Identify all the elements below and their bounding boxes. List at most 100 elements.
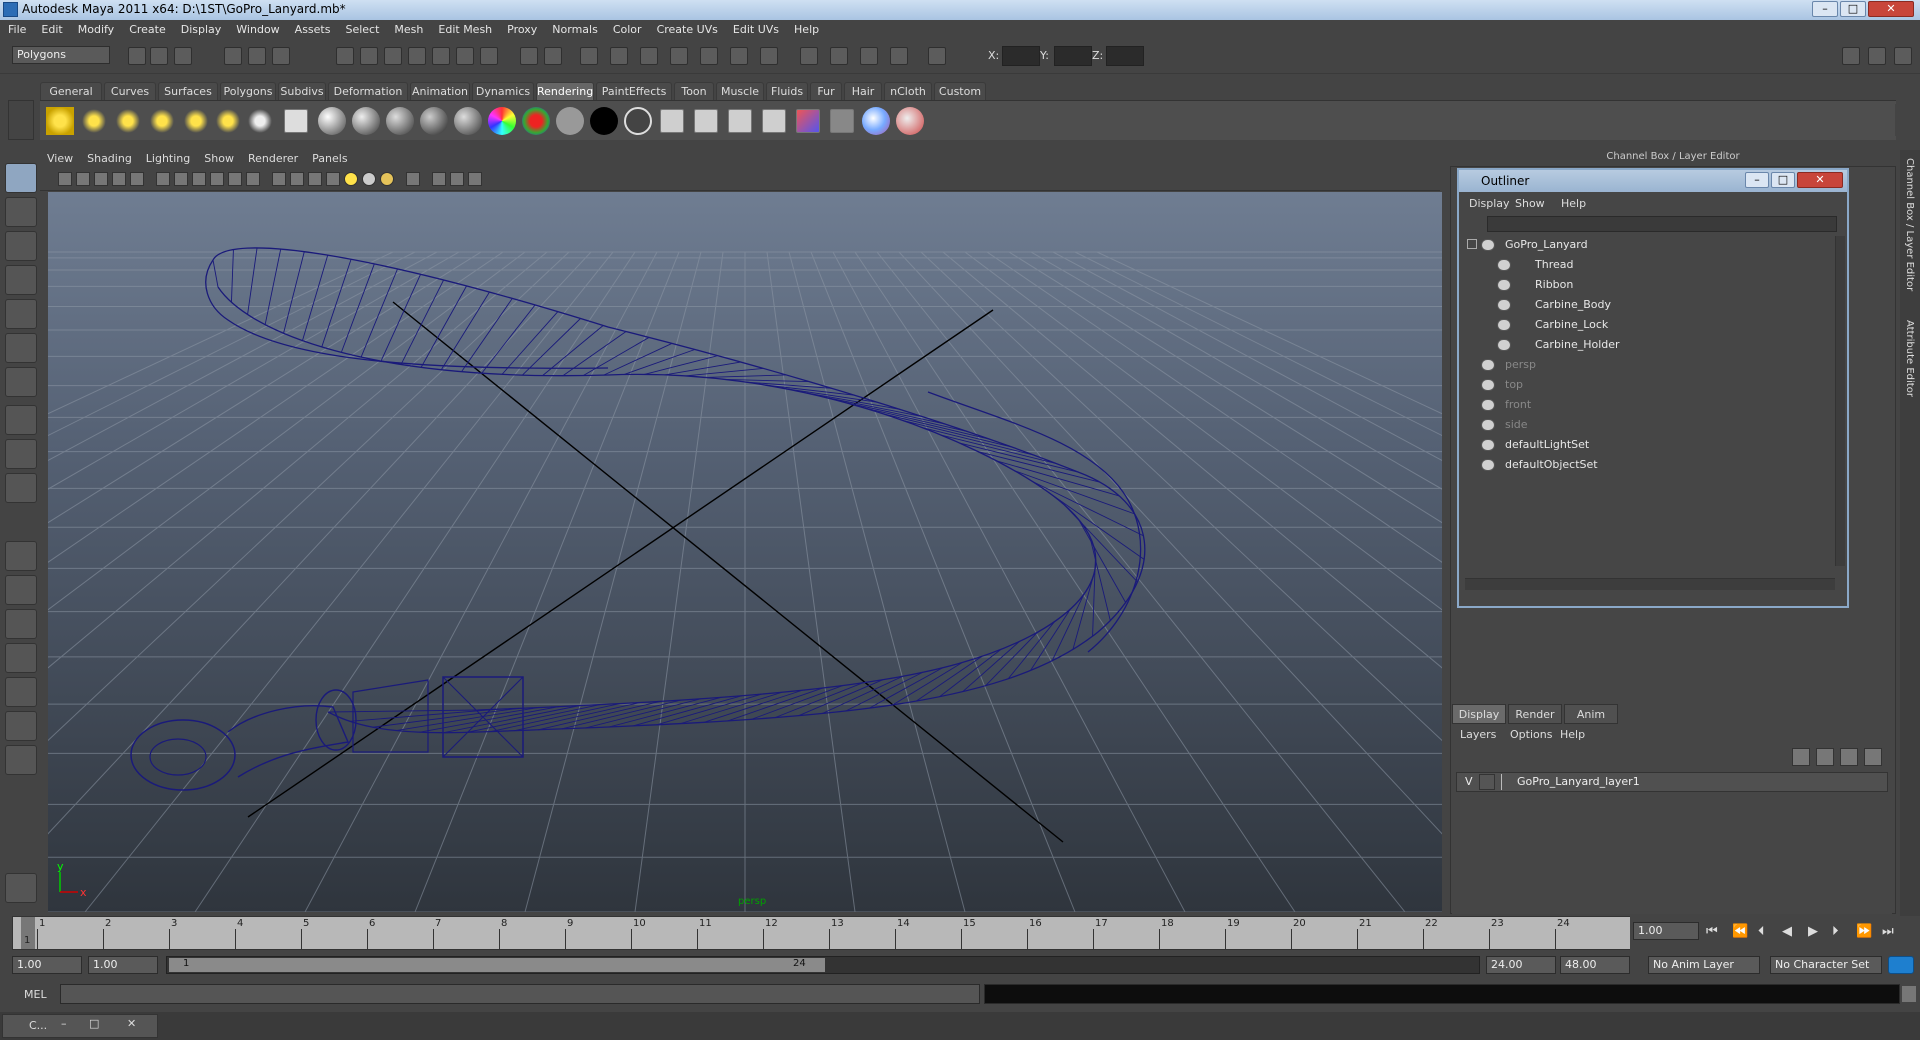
ramp-shader-icon[interactable] <box>488 107 516 135</box>
area-light-icon[interactable] <box>182 107 210 135</box>
menu-mesh[interactable]: Mesh <box>386 20 430 36</box>
layer-tab-anim[interactable]: Anim <box>1564 704 1618 724</box>
shelf-tab-custom[interactable]: Custom <box>934 82 986 100</box>
resolution-gate-icon[interactable] <box>174 172 188 186</box>
smooth-shade-icon[interactable] <box>290 172 304 186</box>
select-camera-icon[interactable] <box>58 172 72 186</box>
menu-window[interactable]: Window <box>228 20 286 36</box>
shelf-scroll[interactable] <box>1895 104 1911 136</box>
animation-end-field[interactable]: 48.00 <box>1560 956 1630 974</box>
layer-row[interactable]: V GoPro_Lanyard_layer1 <box>1456 772 1888 792</box>
layer-tab-render[interactable]: Render <box>1508 704 1562 724</box>
minimized-maximize-button[interactable]: □ <box>89 1017 99 1030</box>
single-view-layout[interactable] <box>5 541 37 571</box>
viewport-menu-view[interactable]: View <box>40 150 80 165</box>
attribute-editor-toggle-icon[interactable] <box>1868 47 1886 65</box>
snap-plane-icon[interactable] <box>408 47 426 65</box>
paint-select-tool[interactable] <box>5 231 37 261</box>
shelf-tab-dynamics[interactable]: Dynamics <box>472 82 534 100</box>
layer-tab-display[interactable]: Display <box>1452 704 1506 724</box>
play-backward-button[interactable]: ◀ <box>1782 924 1792 939</box>
select-object-icon[interactable] <box>248 47 266 65</box>
four-view-layout[interactable] <box>5 575 37 605</box>
last-tool[interactable] <box>5 473 37 503</box>
render-settings-icon[interactable] <box>544 47 562 65</box>
wireframe-icon[interactable] <box>272 172 286 186</box>
go-to-start-button[interactable]: ⏮ <box>1706 924 1718 939</box>
viewport-menu-panels[interactable]: Panels <box>305 150 354 165</box>
field-chart-icon[interactable] <box>210 172 224 186</box>
camera-icon[interactable] <box>246 107 274 135</box>
history-icon[interactable] <box>456 47 474 65</box>
shelf-tab-muscle[interactable]: Muscle <box>716 82 764 100</box>
select-hierarchy-icon[interactable] <box>224 47 242 65</box>
camera-attributes-icon[interactable] <box>76 172 90 186</box>
y-field[interactable] <box>1054 46 1092 66</box>
outliner-minimize-button[interactable]: – <box>1745 172 1769 188</box>
bookmark-icon[interactable] <box>94 172 108 186</box>
hypershade-shelf-icon[interactable] <box>796 109 820 133</box>
step-forward-key-button[interactable]: ⏩ <box>1856 924 1872 939</box>
shelf-tab-painteffects[interactable]: PaintEffects <box>596 82 672 100</box>
show-manipulator-tool[interactable] <box>5 439 37 469</box>
outliner-item[interactable]: Ribbon <box>1465 276 1833 294</box>
render-icon[interactable] <box>480 47 498 65</box>
phong-icon[interactable] <box>420 107 448 135</box>
snap-grid-icon[interactable] <box>336 47 354 65</box>
use-default-light-icon[interactable] <box>344 172 358 186</box>
lambert-icon[interactable] <box>386 107 414 135</box>
layer-playback-toggle[interactable] <box>1479 774 1495 790</box>
paint-fx-icon[interactable] <box>862 107 890 135</box>
poly-tool-icon[interactable] <box>730 47 748 65</box>
shelf-tab-subdivs[interactable]: Subdivs <box>278 82 326 100</box>
outliner-item[interactable]: side <box>1465 416 1833 434</box>
textured-icon[interactable] <box>326 172 340 186</box>
outliner-item[interactable]: defaultObjectSet <box>1465 456 1833 474</box>
curve-tool-icon[interactable] <box>700 47 718 65</box>
shelf-tab-hair[interactable]: Hair <box>844 82 882 100</box>
current-frame-field[interactable]: 1.00 <box>1633 922 1699 940</box>
new-layer-selected-icon[interactable] <box>1816 748 1834 766</box>
range-slider[interactable]: 1 24 <box>166 956 1480 974</box>
attribute-editor-side-tab[interactable]: Attribute Editor <box>1904 320 1915 397</box>
step-back-frame-button[interactable]: ⏴ <box>1758 924 1765 939</box>
x-field[interactable] <box>1002 46 1040 66</box>
menu-help[interactable]: Help <box>786 20 826 36</box>
layer-down-icon[interactable] <box>1864 748 1882 766</box>
persp-graph-layout[interactable] <box>5 643 37 673</box>
snap-point-icon[interactable] <box>384 47 402 65</box>
texture-3d-icon[interactable] <box>694 109 718 133</box>
new-scene-icon[interactable] <box>128 47 146 65</box>
play-forward-button[interactable]: ▶ <box>1808 924 1818 939</box>
outliner-maximize-button[interactable]: □ <box>1771 172 1795 188</box>
snap-curve-icon[interactable] <box>360 47 378 65</box>
file-texture-icon[interactable] <box>762 109 786 133</box>
hypershade-layout[interactable] <box>5 677 37 707</box>
shading-map-icon[interactable] <box>624 107 652 135</box>
menu-color[interactable]: Color <box>605 20 649 36</box>
z-field[interactable] <box>1106 46 1144 66</box>
outliner-v-scrollbar[interactable] <box>1835 236 1845 566</box>
save-scene-icon[interactable] <box>174 47 192 65</box>
shelf-tab-curves[interactable]: Curves <box>104 82 156 100</box>
xray-icon[interactable] <box>432 172 446 186</box>
open-scene-icon[interactable] <box>150 47 168 65</box>
outliner-item[interactable]: Carbine_Body <box>1465 296 1833 314</box>
isolate-select-icon[interactable] <box>406 172 420 186</box>
shelf-tab-fur[interactable]: Fur <box>810 82 842 100</box>
outliner-item[interactable]: persp <box>1465 356 1833 374</box>
batch-render-icon[interactable] <box>860 47 878 65</box>
outliner-menu-show[interactable]: Show <box>1515 197 1545 210</box>
render-view-icon[interactable] <box>830 47 848 65</box>
grid-toggle-icon[interactable] <box>130 172 144 186</box>
animation-start-field[interactable]: 1.00 <box>12 956 82 974</box>
minimized-close-button[interactable]: ✕ <box>127 1017 136 1030</box>
shadows-icon[interactable] <box>380 172 394 186</box>
outliner-menu-display[interactable]: Display <box>1469 197 1510 210</box>
go-to-end-button[interactable]: ⏭ <box>1882 924 1894 939</box>
outliner-item[interactable]: defaultLightSet <box>1465 436 1833 454</box>
safe-title-icon[interactable] <box>246 172 260 186</box>
perspective-viewport[interactable]: persp y x <box>48 192 1442 912</box>
menu-edit[interactable]: Edit <box>33 20 69 36</box>
outliner-item[interactable]: Thread <box>1465 256 1833 274</box>
